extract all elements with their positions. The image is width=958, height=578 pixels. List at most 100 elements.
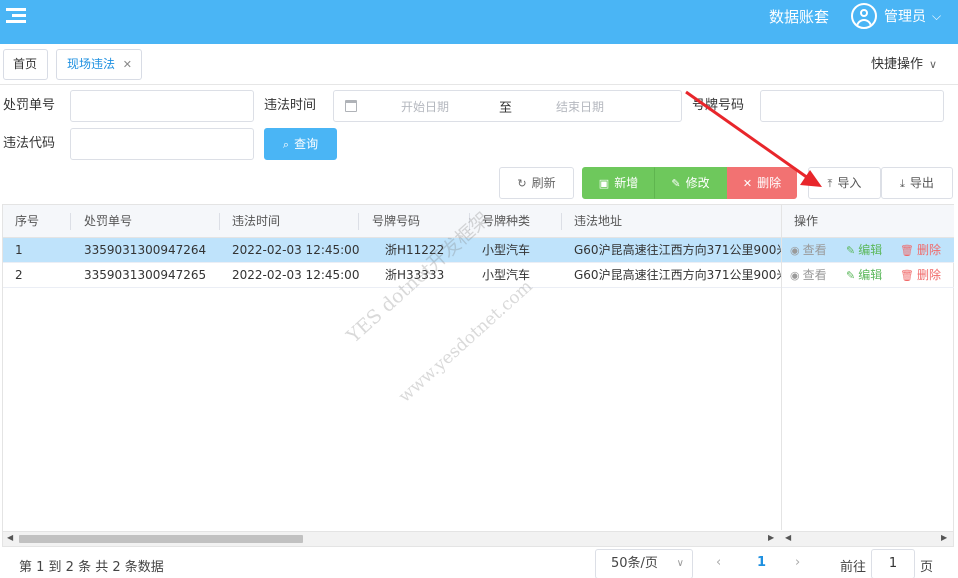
violation-code-input[interactable] xyxy=(70,128,254,160)
edit-link[interactable]: ✎ 编辑 xyxy=(846,238,882,263)
delete-link[interactable]: 🗑 删除 xyxy=(900,238,941,263)
pagination-summary: 第 1 到 2 条 共 2 条数据 xyxy=(19,560,164,575)
export-button[interactable]: ⤓ 导出 xyxy=(881,167,953,199)
close-icon: ✕ xyxy=(742,177,753,190)
cell-address: G60沪昆高速往江西方向371公里900米处 xyxy=(574,243,782,257)
refresh-button[interactable]: ↻ 刷新 xyxy=(499,167,574,199)
edit-link[interactable]: ✎ 编辑 xyxy=(846,263,882,288)
eye-icon: ◉ xyxy=(790,269,800,282)
delete-button[interactable]: ✕ 删除 xyxy=(727,167,797,199)
next-page-icon[interactable]: › xyxy=(795,555,800,570)
tab-home[interactable]: 首页 xyxy=(3,49,48,80)
col-violation-time[interactable]: 违法时间 xyxy=(232,205,280,238)
start-date-input[interactable]: 开始日期 xyxy=(401,98,449,115)
col-penalty-no[interactable]: 处罚单号 xyxy=(84,205,132,238)
chevron-down-icon: ∨ xyxy=(676,558,684,569)
violation-time-range[interactable]: 开始日期 至 结束日期 xyxy=(333,90,682,122)
col-plate-no[interactable]: 号牌号码 xyxy=(372,205,420,238)
chevron-down-icon[interactable]: ⌵ xyxy=(932,9,941,24)
cell-plate-type: 小型汽车 xyxy=(482,243,531,257)
query-button[interactable]: ⌕ 查询 xyxy=(264,128,337,160)
ops-row: ◉ 查看 ✎ 编辑 🗑 删除 xyxy=(782,263,954,288)
cell-time: 2022-02-03 12:45:00 xyxy=(232,243,360,257)
page-size-value: 50条/页 xyxy=(611,556,658,571)
cell-penalty-no: 3359031300947265 xyxy=(84,268,207,282)
delete-label: 删除 xyxy=(757,176,782,190)
end-date-input[interactable]: 结束日期 xyxy=(556,98,604,115)
trash-icon: 🗑 xyxy=(900,244,914,257)
export-label: 导出 xyxy=(909,176,934,190)
violation-time-label: 违法时间 xyxy=(264,98,317,113)
user-name[interactable]: 管理员 xyxy=(884,8,926,26)
eye-icon: ◉ xyxy=(790,244,800,257)
quick-ops-dropdown[interactable]: 快捷操作 ∨ xyxy=(871,53,937,72)
page-size-select[interactable]: 50条/页 ∨ xyxy=(595,549,693,578)
prev-page-icon[interactable]: ‹ xyxy=(716,555,721,570)
goto-page-input[interactable]: 1 xyxy=(871,549,915,578)
cell-address: G60沪昆高速往江西方向371公里900米处 xyxy=(574,268,782,282)
add-label: 新增 xyxy=(614,176,639,190)
user-avatar-icon[interactable] xyxy=(851,3,877,29)
edit-link-label: 编辑 xyxy=(858,268,883,282)
refresh-label: 刷新 xyxy=(531,176,556,190)
trash-icon: 🗑 xyxy=(900,269,914,282)
view-link[interactable]: ◉ 查看 xyxy=(790,238,827,263)
pencil-icon: ✎ xyxy=(846,269,856,282)
import-button[interactable]: ⤒ 导入 xyxy=(808,167,881,199)
penalty-no-input[interactable] xyxy=(70,90,254,122)
goto-unit: 页 xyxy=(920,560,934,575)
ops-horizontal-scrollbar[interactable]: ◀ ▶ xyxy=(781,531,953,546)
range-separator: 至 xyxy=(499,101,513,116)
cell-plate: 浙H11222 xyxy=(385,243,445,257)
penalty-no-label: 处罚单号 xyxy=(3,98,56,113)
page-number[interactable]: 1 xyxy=(757,555,766,570)
plate-no-label: 号牌号码 xyxy=(692,98,745,113)
add-button[interactable]: ▣ 新增 xyxy=(582,167,655,199)
view-label: 查看 xyxy=(802,243,827,257)
quick-ops-label: 快捷操作 xyxy=(871,57,924,72)
upload-icon: ⤒ xyxy=(827,177,833,190)
scroll-right-icon[interactable]: ▶ xyxy=(941,533,947,542)
cell-plate: 浙H33333 xyxy=(385,268,445,282)
query-button-label: 查询 xyxy=(294,137,319,151)
tab-bar: 首页 现场违法 ✕ xyxy=(0,44,958,85)
plate-no-input[interactable] xyxy=(760,90,944,122)
ops-column: 操作 ◉ 查看 ✎ 编辑 🗑 删除 ◉ 查看 ✎ 编辑 🗑 删除 xyxy=(781,205,954,530)
col-address[interactable]: 违法地址 xyxy=(574,205,622,238)
data-table: 序号 处罚单号 违法时间 号牌号码 号牌种类 违法地址 1 3359031300… xyxy=(2,204,954,547)
cell-penalty-no: 3359031300947264 xyxy=(84,243,207,257)
edit-link-label: 编辑 xyxy=(858,243,883,257)
tab-home-label: 首页 xyxy=(13,57,38,71)
menu-toggle-icon[interactable] xyxy=(6,8,26,24)
calendar-icon xyxy=(345,100,357,112)
add-file-icon: ▣ xyxy=(598,177,610,190)
view-link[interactable]: ◉ 查看 xyxy=(790,263,827,288)
scroll-left-icon[interactable]: ◀ xyxy=(7,533,13,542)
system-title[interactable]: 数据账套 xyxy=(769,7,829,27)
delete-link[interactable]: 🗑 删除 xyxy=(900,263,941,288)
col-seq[interactable]: 序号 xyxy=(15,205,39,238)
horizontal-scrollbar[interactable]: ◀ ▶ xyxy=(3,531,781,546)
col-ops: 操作 xyxy=(794,214,819,228)
top-bar: 数据账套 管理员 ⌵ xyxy=(0,0,958,44)
import-label: 导入 xyxy=(837,176,862,190)
pencil-icon: ✎ xyxy=(846,244,856,257)
edit-label: 修改 xyxy=(685,176,710,190)
scroll-right-icon[interactable]: ▶ xyxy=(768,533,774,542)
table-row[interactable]: 2 3359031300947265 2022-02-03 12:45:00 浙… xyxy=(3,263,782,288)
delete-link-label: 删除 xyxy=(916,268,941,282)
edit-button[interactable]: ✎ 修改 xyxy=(654,167,727,199)
tab-onsite-violation[interactable]: 现场违法 ✕ xyxy=(56,49,142,80)
col-plate-type[interactable]: 号牌种类 xyxy=(482,205,530,238)
view-label: 查看 xyxy=(802,268,827,282)
chevron-down-icon: ∨ xyxy=(929,58,938,71)
tab-active-label: 现场违法 xyxy=(67,57,116,71)
cell-time: 2022-02-03 12:45:00 xyxy=(232,268,360,282)
download-icon: ⤓ xyxy=(900,177,905,190)
ops-row: ◉ 查看 ✎ 编辑 🗑 删除 xyxy=(782,238,954,263)
scroll-thumb[interactable] xyxy=(19,535,303,543)
close-icon[interactable]: ✕ xyxy=(123,50,132,79)
table-row[interactable]: 1 3359031300947264 2022-02-03 12:45:00 浙… xyxy=(3,238,782,263)
scroll-left-icon[interactable]: ◀ xyxy=(785,533,791,542)
violation-code-label: 违法代码 xyxy=(3,136,56,151)
